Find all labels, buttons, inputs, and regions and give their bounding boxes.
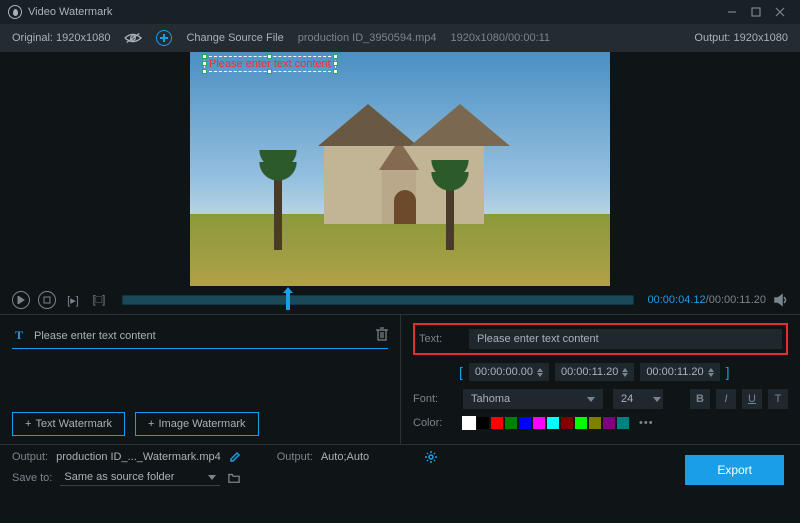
chevron-down-icon: [587, 397, 595, 402]
strikethrough-button[interactable]: T: [768, 389, 788, 409]
color-swatch[interactable]: [463, 417, 475, 429]
open-folder-icon[interactable]: [228, 472, 240, 484]
timecode-total: 00:00:11.20: [709, 294, 766, 306]
maximize-button[interactable]: [744, 0, 768, 24]
time-end-input[interactable]: 00:00:11.20: [561, 366, 618, 378]
close-button[interactable]: [768, 0, 792, 24]
export-button[interactable]: Export: [685, 455, 784, 485]
save-to-label: Save to:: [12, 472, 52, 484]
output-settings-icon[interactable]: [425, 451, 437, 463]
add-image-watermark-button[interactable]: +Image Watermark: [135, 412, 258, 436]
time-dur-spinner[interactable]: [708, 368, 714, 377]
change-source-link[interactable]: Change Source File: [186, 32, 283, 44]
output-format-label: Output:: [277, 451, 313, 463]
source-filename: production ID_3950594.mp4: [298, 32, 437, 44]
chevron-down-icon: [653, 397, 661, 402]
time-start-input[interactable]: 00:00:00.00: [475, 366, 533, 378]
save-to-select[interactable]: Same as source folder: [60, 469, 220, 486]
color-swatch-row: [463, 417, 629, 429]
color-swatch[interactable]: [491, 417, 503, 429]
color-swatch[interactable]: [603, 417, 615, 429]
output-label: Output:: [694, 32, 730, 44]
original-resolution: 1920x1080: [56, 32, 110, 44]
output-file-label: Output:: [12, 451, 48, 463]
color-label: Color:: [413, 417, 453, 429]
edit-output-name-icon[interactable]: [229, 451, 241, 463]
watermark-text-input[interactable]: [469, 329, 782, 349]
bracket-out-icon[interactable]: ]: [726, 364, 730, 380]
font-label: Font:: [413, 393, 453, 405]
color-swatch[interactable]: [505, 417, 517, 429]
color-swatch[interactable]: [547, 417, 559, 429]
mark-in-button[interactable]: [▸]: [64, 291, 82, 309]
original-label: Original:: [12, 32, 53, 44]
output-filename: production ID_..._Watermark.mp4: [56, 451, 221, 463]
volume-icon[interactable]: [774, 293, 788, 307]
watermark-list-item[interactable]: T: [12, 323, 388, 349]
color-swatch[interactable]: [575, 417, 587, 429]
add-text-watermark-button[interactable]: +Text Watermark: [12, 412, 125, 436]
add-source-icon[interactable]: [156, 30, 172, 46]
watermark-overlay[interactable]: Please enter text content: [204, 56, 336, 72]
timeline-slider[interactable]: [122, 295, 634, 305]
chevron-down-icon: [208, 475, 216, 480]
output-format-value: Auto;Auto: [321, 451, 369, 463]
underline-button[interactable]: U: [742, 389, 762, 409]
play-button[interactable]: [12, 291, 30, 309]
text-field-label: Text:: [419, 333, 459, 345]
italic-button[interactable]: I: [716, 389, 736, 409]
color-swatch[interactable]: [519, 417, 531, 429]
text-type-icon: T: [12, 329, 26, 343]
time-duration-input[interactable]: 00:00:11.20: [646, 366, 703, 378]
font-select[interactable]: Tahoma: [463, 389, 603, 409]
app-logo-icon: [8, 5, 22, 19]
app-title: Video Watermark: [28, 6, 112, 18]
color-swatch[interactable]: [533, 417, 545, 429]
playhead-icon[interactable]: [286, 292, 290, 310]
mark-out-button[interactable]: [□]: [90, 291, 108, 309]
time-start-spinner[interactable]: [537, 368, 543, 377]
color-swatch[interactable]: [617, 417, 629, 429]
watermark-item-input[interactable]: [34, 330, 368, 342]
delete-watermark-icon[interactable]: [376, 327, 388, 344]
output-resolution: 1920x1080: [734, 32, 788, 44]
more-colors-button[interactable]: •••: [639, 417, 654, 429]
source-fileinfo: 1920x1080/00:00:11: [451, 32, 551, 44]
color-swatch[interactable]: [477, 417, 489, 429]
video-preview[interactable]: Please enter text content: [190, 52, 610, 286]
font-size-select[interactable]: 24: [613, 389, 663, 409]
time-end-spinner[interactable]: [622, 368, 628, 377]
color-swatch[interactable]: [589, 417, 601, 429]
bold-button[interactable]: B: [690, 389, 710, 409]
timecode-current: 00:00:04.12: [648, 294, 706, 306]
visibility-toggle-icon[interactable]: [124, 32, 142, 44]
bracket-in-icon[interactable]: [: [459, 364, 463, 380]
stop-button[interactable]: [38, 291, 56, 309]
color-swatch[interactable]: [561, 417, 573, 429]
minimize-button[interactable]: [720, 0, 744, 24]
